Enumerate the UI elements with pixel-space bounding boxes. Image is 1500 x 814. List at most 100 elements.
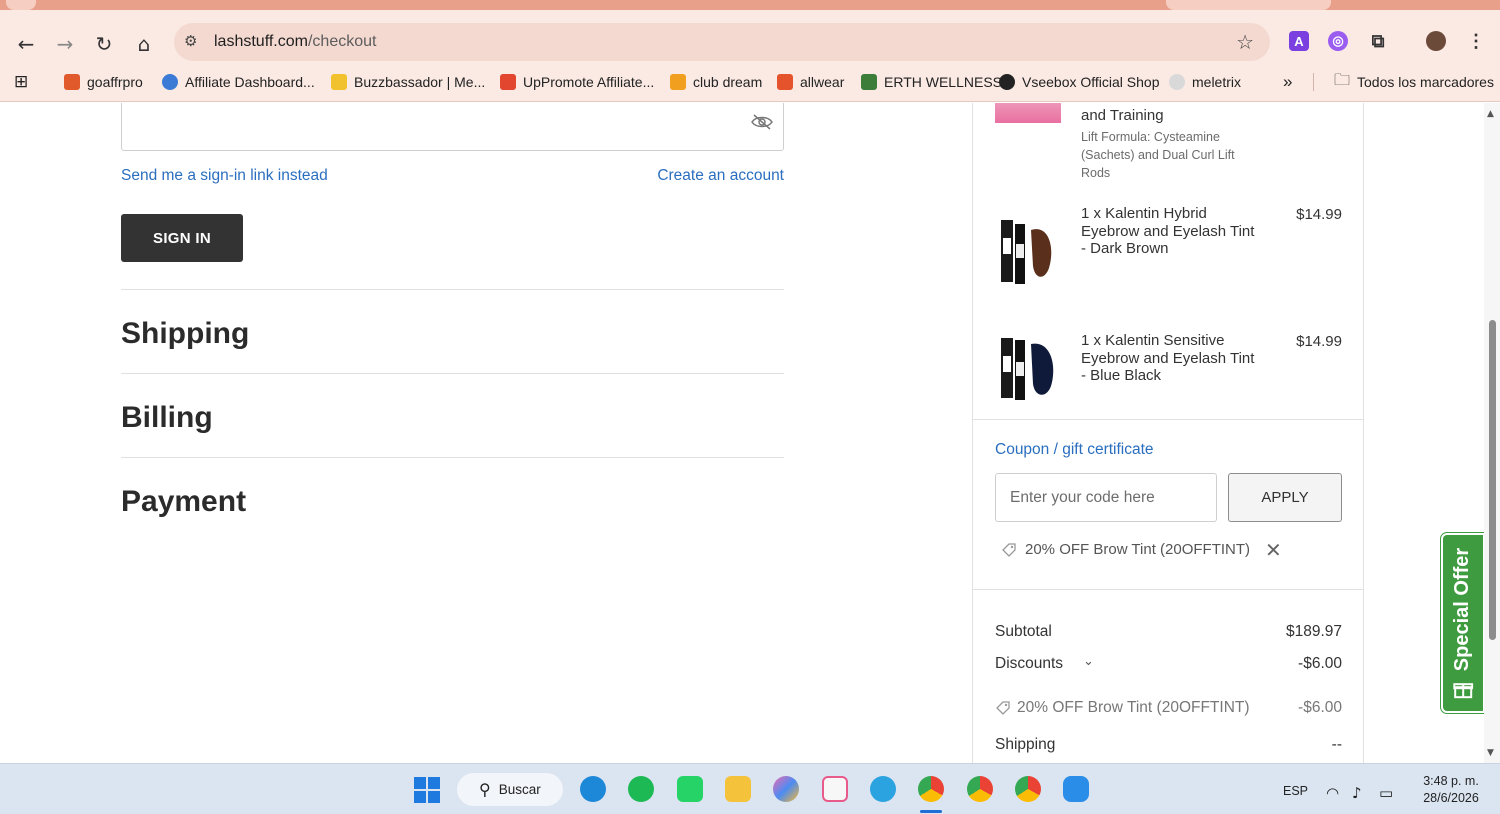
volume-icon[interactable]: ♪ xyxy=(1352,784,1362,802)
applied-coupon: 20% OFF Brow Tint (20OFFTINT) xyxy=(1001,541,1250,558)
profile-avatar[interactable] xyxy=(1426,31,1446,51)
send-signin-link[interactable]: Send me a sign-in link instead xyxy=(121,167,328,185)
product-price: $14.99 xyxy=(1296,333,1342,350)
language-indicator[interactable]: ESP xyxy=(1283,784,1308,798)
bookmark-goaffpro[interactable]: goaffrpro xyxy=(64,73,143,91)
sign-in-button[interactable]: SIGN IN xyxy=(121,214,243,262)
snipping-tool-icon[interactable] xyxy=(822,776,848,802)
extensions-puzzle-icon[interactable]: ⧉ xyxy=(1368,31,1388,51)
active-app-indicator xyxy=(920,810,942,813)
discount-line-label: 20% OFF Brow Tint (20OFFTINT) xyxy=(1017,699,1250,716)
applied-coupon-label: 20% OFF Brow Tint (20OFFTINT) xyxy=(1025,541,1251,558)
battery-icon[interactable]: ▭ xyxy=(1379,784,1393,802)
bookmark-erth-wellness[interactable]: ERTH WELLNESS xyxy=(861,73,1002,91)
tab-strip xyxy=(0,0,1500,10)
copilot-app-icon[interactable] xyxy=(773,776,799,802)
order-summary: and Training Lift Formula: Cysteamine (S… xyxy=(972,103,1364,763)
coupon-code-input[interactable] xyxy=(995,473,1217,522)
eye-off-icon[interactable] xyxy=(751,114,773,130)
bookmark-vseebox[interactable]: Vseebox Official Shop xyxy=(999,73,1160,91)
remove-coupon-close-icon[interactable]: ✕ xyxy=(1265,538,1282,562)
payment-heading[interactable]: Payment xyxy=(121,485,246,519)
windows-start-icon[interactable] xyxy=(414,777,440,803)
all-bookmarks-button[interactable]: 🗀 Todos los marcadores xyxy=(1334,70,1494,91)
subtotal-label: Subtotal xyxy=(995,623,1052,640)
telegram-app-icon[interactable] xyxy=(870,776,896,802)
system-clock[interactable]: 3:48 p. m. 28/6/2026 xyxy=(1414,773,1488,807)
apps-grid-icon[interactable]: ⊞ xyxy=(14,72,28,92)
chrome-app-icon[interactable] xyxy=(918,776,944,802)
section-divider xyxy=(121,289,784,290)
bookmark-favicon xyxy=(1169,74,1185,90)
whatsapp-app-icon[interactable] xyxy=(677,776,703,802)
bookmark-meletrix[interactable]: meletrix xyxy=(1169,73,1241,91)
forward-icon[interactable]: → xyxy=(51,30,79,58)
bookmark-uppromote[interactable]: UpPromote Affiliate... xyxy=(500,73,654,91)
security-app-icon[interactable] xyxy=(1063,776,1089,802)
extension-swirl-icon[interactable]: ◎ xyxy=(1328,31,1348,51)
tab[interactable] xyxy=(6,0,36,10)
back-icon[interactable]: ← xyxy=(12,30,40,58)
clock-date: 28/6/2026 xyxy=(1423,791,1479,805)
file-explorer-icon[interactable] xyxy=(725,776,751,802)
chrome-profile-app-icon[interactable] xyxy=(1015,776,1041,802)
bookmark-favicon xyxy=(331,74,347,90)
bookmark-label: goaffrpro xyxy=(87,74,143,90)
summary-divider xyxy=(973,589,1364,590)
extension-a-icon[interactable]: A xyxy=(1289,31,1309,51)
billing-heading[interactable]: Billing xyxy=(121,401,213,435)
create-account-link[interactable]: Create an account xyxy=(657,167,784,185)
product-image xyxy=(1001,338,1054,400)
bookmark-favicon xyxy=(777,74,793,90)
bookmark-label: meletrix xyxy=(1192,74,1242,90)
bookmark-club-dream[interactable]: club dream xyxy=(670,73,762,91)
home-icon[interactable]: ⌂ xyxy=(130,30,158,58)
search-icon: ⚲ xyxy=(479,780,491,799)
url-host: lashstuff.com xyxy=(214,33,308,50)
page-scrollbar[interactable]: ▲ ▼ xyxy=(1484,103,1500,763)
wifi-icon[interactable]: ◠ xyxy=(1326,784,1339,802)
bookmark-buzzbassador[interactable]: Buzzbassador | Me... xyxy=(331,73,485,91)
discounts-row[interactable]: Discounts ⌄ -$6.00 xyxy=(995,654,1342,673)
bookmark-label: Vseebox Official Shop xyxy=(1022,74,1160,90)
tab-active[interactable] xyxy=(1166,0,1331,10)
shipping-label: Shipping xyxy=(995,736,1056,753)
summary-divider xyxy=(973,419,1364,420)
bookmark-star-icon[interactable]: ☆ xyxy=(1236,30,1254,54)
edge-app-icon[interactable] xyxy=(580,776,606,802)
product-options: Lift Formula: Cysteamine (Sachets) and D… xyxy=(1081,130,1235,180)
section-divider xyxy=(121,457,784,458)
apply-coupon-button[interactable]: APPLY xyxy=(1228,473,1342,522)
bookmarks-separator xyxy=(1313,73,1314,91)
tag-icon xyxy=(1002,542,1016,557)
scroll-up-arrow-icon[interactable]: ▲ xyxy=(1487,109,1494,119)
bookmark-allwear[interactable]: allwear xyxy=(777,73,844,91)
password-field[interactable] xyxy=(121,103,784,151)
discounts-value: -$6.00 xyxy=(1298,655,1342,672)
site-info-icon[interactable]: ⚙ xyxy=(184,32,197,50)
spotify-app-icon[interactable] xyxy=(628,776,654,802)
discount-line-row: 20% OFF Brow Tint (20OFFTINT) -$6.00 xyxy=(995,699,1342,717)
coupon-link[interactable]: Coupon / gift certificate xyxy=(995,441,1154,459)
shipping-heading[interactable]: Shipping xyxy=(121,317,249,351)
bookmark-label: Buzzbassador | Me... xyxy=(354,74,486,90)
bookmark-label: ERTH WELLNESS xyxy=(884,74,1002,90)
url-path: /checkout xyxy=(307,33,377,50)
reload-icon[interactable]: ↻ xyxy=(90,30,118,58)
chevron-down-icon[interactable]: ⌄ xyxy=(1083,654,1094,669)
tag-icon xyxy=(996,701,1010,715)
scroll-thumb[interactable] xyxy=(1489,320,1496,640)
url-text[interactable]: lashstuff.com/checkout xyxy=(214,33,376,51)
taskbar-search[interactable]: ⚲ Buscar xyxy=(457,773,563,806)
bookmark-favicon xyxy=(162,74,178,90)
menu-kebab-icon[interactable]: ⋮ xyxy=(1466,31,1486,51)
scroll-down-arrow-icon[interactable]: ▼ xyxy=(1487,748,1494,758)
product-price: $14.99 xyxy=(1296,206,1342,223)
windows-taskbar: ⚲ Buscar ESP ◠ ♪ ▭ 3:48 p. m. 28/6/2026 xyxy=(0,763,1500,814)
special-offer-tab[interactable]: Special Offer xyxy=(1441,533,1485,713)
bookmark-affiliate-dashboard[interactable]: Affiliate Dashboard... xyxy=(162,73,315,91)
address-bar[interactable]: ⚙ lashstuff.com/checkout ☆ xyxy=(174,23,1270,61)
bookmark-favicon xyxy=(670,74,686,90)
more-bookmarks-button[interactable]: » xyxy=(1283,72,1292,91)
chrome-profile-app-icon[interactable] xyxy=(967,776,993,802)
